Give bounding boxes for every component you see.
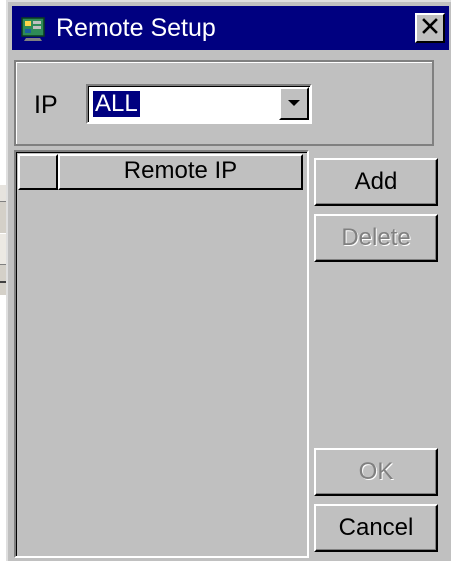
ip-combobox[interactable]: ALL (86, 84, 312, 124)
ip-selected-value[interactable]: ALL (93, 91, 140, 117)
close-button[interactable] (415, 13, 445, 43)
ok-button[interactable]: OK (314, 448, 438, 496)
window-title: Remote Setup (56, 14, 216, 42)
add-button[interactable]: Add (314, 158, 438, 206)
remote-ip-list[interactable]: Remote IP (14, 150, 309, 558)
delete-button[interactable]: Delete (314, 214, 438, 262)
list-header: Remote IP (18, 154, 305, 190)
close-x-icon (422, 17, 438, 39)
title-bar[interactable]: Remote Setup (12, 6, 449, 50)
ip-dropdown-button[interactable] (279, 87, 309, 120)
ip-label: IP (34, 91, 58, 119)
cancel-button[interactable]: Cancel (314, 504, 438, 552)
chevron-down-icon (287, 95, 301, 113)
column-header-remote-ip[interactable]: Remote IP (58, 154, 303, 190)
column-header-select[interactable] (18, 154, 58, 190)
remote-setup-app-icon (20, 14, 48, 42)
